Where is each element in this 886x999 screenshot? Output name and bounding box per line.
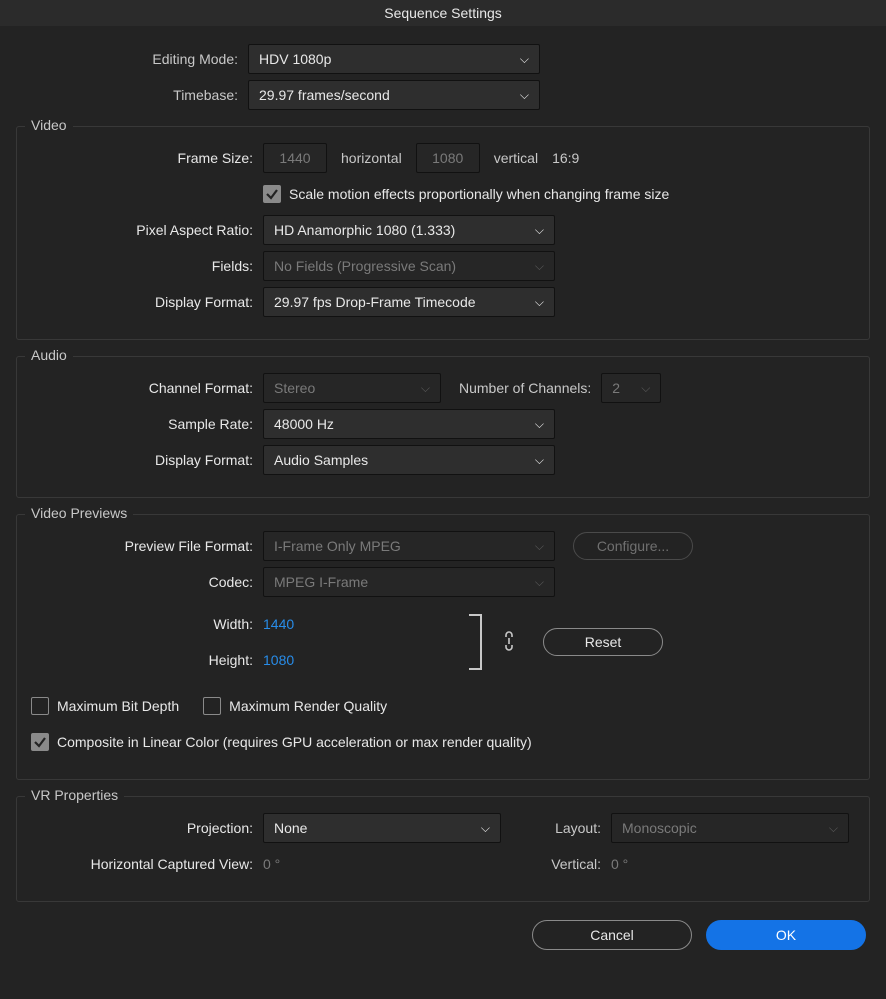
cancel-button[interactable]: Cancel <box>532 920 692 950</box>
codec-label: Codec: <box>31 574 263 590</box>
preview-format-label: Preview File Format: <box>31 538 263 554</box>
sample-rate-label: Sample Rate: <box>31 416 263 432</box>
vert-view-value: 0 ° <box>611 856 628 872</box>
chevron-down-icon: ⌵ <box>535 539 544 554</box>
video-display-format-select[interactable]: 29.97 fps Drop-Frame Timecode ⌵ <box>263 287 555 317</box>
projection-label: Projection: <box>31 820 263 836</box>
chevron-down-icon: ⌵ <box>481 821 490 836</box>
link-bracket-icon <box>463 613 491 671</box>
sample-rate-select[interactable]: 48000 Hz ⌵ <box>263 409 555 439</box>
chevron-down-icon: ⌵ <box>535 259 544 274</box>
frame-size-label: Frame Size: <box>31 150 263 166</box>
sample-rate-value: 48000 Hz <box>274 416 334 432</box>
ok-label: OK <box>776 927 796 943</box>
frame-width-input <box>263 143 327 173</box>
fields-select: No Fields (Progressive Scan) ⌵ <box>263 251 555 281</box>
chevron-down-icon: ⌵ <box>520 88 529 103</box>
horizontal-label: horizontal <box>341 150 402 166</box>
projection-value: None <box>274 820 307 836</box>
reset-button[interactable]: Reset <box>543 628 663 656</box>
video-display-format-label: Display Format: <box>31 294 263 310</box>
video-group: Video Frame Size: horizontal vertical 16… <box>16 126 870 340</box>
num-channels-value: 2 <box>612 380 620 396</box>
audio-legend: Audio <box>25 347 73 363</box>
audio-display-format-value: Audio Samples <box>274 452 368 468</box>
audio-display-format-select[interactable]: Audio Samples ⌵ <box>263 445 555 475</box>
link-icon[interactable] <box>491 630 527 655</box>
video-display-format-value: 29.97 fps Drop-Frame Timecode <box>274 294 476 310</box>
channel-format-label: Channel Format: <box>31 380 263 396</box>
composite-linear-label: Composite in Linear Color (requires GPU … <box>57 734 532 750</box>
video-previews-legend: Video Previews <box>25 505 133 521</box>
chevron-down-icon: ⌵ <box>520 52 529 67</box>
editing-mode-select[interactable]: HDV 1080p ⌵ <box>248 44 540 74</box>
max-render-quality-checkbox[interactable]: Maximum Render Quality <box>203 697 387 715</box>
num-channels-select: 2 ⌵ <box>601 373 661 403</box>
vert-view-label: Vertical: <box>501 856 601 872</box>
channel-format-select: Stereo ⌵ <box>263 373 441 403</box>
num-channels-label: Number of Channels: <box>459 380 591 396</box>
composite-linear-checkbox[interactable]: Composite in Linear Color (requires GPU … <box>31 733 532 751</box>
horiz-view-label: Horizontal Captured View: <box>31 856 263 872</box>
preview-height-label: Height: <box>31 652 263 668</box>
layout-select: Monoscopic ⌵ <box>611 813 849 843</box>
max-bit-depth-checkbox[interactable]: Maximum Bit Depth <box>31 697 179 715</box>
par-value: HD Anamorphic 1080 (1.333) <box>274 222 455 238</box>
audio-display-format-label: Display Format: <box>31 452 263 468</box>
configure-label: Configure... <box>597 538 669 554</box>
codec-value: MPEG I-Frame <box>274 574 368 590</box>
codec-select: MPEG I-Frame ⌵ <box>263 567 555 597</box>
dialog-footer: Cancel OK <box>0 902 886 968</box>
vr-legend: VR Properties <box>25 787 124 803</box>
frame-height-input <box>416 143 480 173</box>
preview-width-value[interactable]: 1440 <box>263 616 463 632</box>
chevron-down-icon: ⌵ <box>829 821 838 836</box>
layout-value: Monoscopic <box>622 820 697 836</box>
max-bit-depth-label: Maximum Bit Depth <box>57 698 179 714</box>
vr-group: VR Properties Projection: None ⌵ Layout:… <box>16 796 870 902</box>
max-render-quality-label: Maximum Render Quality <box>229 698 387 714</box>
sequence-settings-dialog: Sequence Settings Editing Mode: HDV 1080… <box>0 0 886 999</box>
video-legend: Video <box>25 117 73 133</box>
par-label: Pixel Aspect Ratio: <box>31 222 263 238</box>
checkbox-unchecked-icon <box>31 697 49 715</box>
scale-motion-checkbox[interactable]: Scale motion effects proportionally when… <box>263 185 669 203</box>
preview-width-label: Width: <box>31 616 263 632</box>
checkbox-checked-icon <box>263 185 281 203</box>
dialog-title: Sequence Settings <box>0 0 886 26</box>
configure-button: Configure... <box>573 532 693 560</box>
par-select[interactable]: HD Anamorphic 1080 (1.333) ⌵ <box>263 215 555 245</box>
chevron-down-icon: ⌵ <box>535 417 544 432</box>
aspect-ratio-label: 16:9 <box>552 150 579 166</box>
vertical-label: vertical <box>494 150 538 166</box>
chevron-down-icon: ⌵ <box>421 381 430 396</box>
fields-value: No Fields (Progressive Scan) <box>274 258 456 274</box>
timebase-select[interactable]: 29.97 frames/second ⌵ <box>248 80 540 110</box>
cancel-label: Cancel <box>590 927 634 943</box>
timebase-value: 29.97 frames/second <box>259 87 390 103</box>
checkbox-checked-icon <box>31 733 49 751</box>
projection-select[interactable]: None ⌵ <box>263 813 501 843</box>
timebase-label: Timebase: <box>16 87 248 103</box>
chevron-down-icon: ⌵ <box>535 223 544 238</box>
horiz-view-value: 0 ° <box>263 856 501 872</box>
preview-format-select: I-Frame Only MPEG ⌵ <box>263 531 555 561</box>
chevron-down-icon: ⌵ <box>535 453 544 468</box>
channel-format-value: Stereo <box>274 380 315 396</box>
ok-button[interactable]: OK <box>706 920 866 950</box>
chevron-down-icon: ⌵ <box>535 575 544 590</box>
scale-motion-label: Scale motion effects proportionally when… <box>289 186 669 202</box>
preview-height-value[interactable]: 1080 <box>263 652 463 668</box>
preview-format-value: I-Frame Only MPEG <box>274 538 401 554</box>
editing-mode-label: Editing Mode: <box>16 51 248 67</box>
reset-label: Reset <box>585 634 622 650</box>
editing-mode-value: HDV 1080p <box>259 51 331 67</box>
chevron-down-icon: ⌵ <box>535 295 544 310</box>
fields-label: Fields: <box>31 258 263 274</box>
audio-group: Audio Channel Format: Stereo ⌵ Number of… <box>16 356 870 498</box>
layout-label: Layout: <box>501 820 601 836</box>
checkbox-unchecked-icon <box>203 697 221 715</box>
chevron-down-icon: ⌵ <box>641 381 650 396</box>
video-previews-group: Video Previews Preview File Format: I-Fr… <box>16 514 870 780</box>
